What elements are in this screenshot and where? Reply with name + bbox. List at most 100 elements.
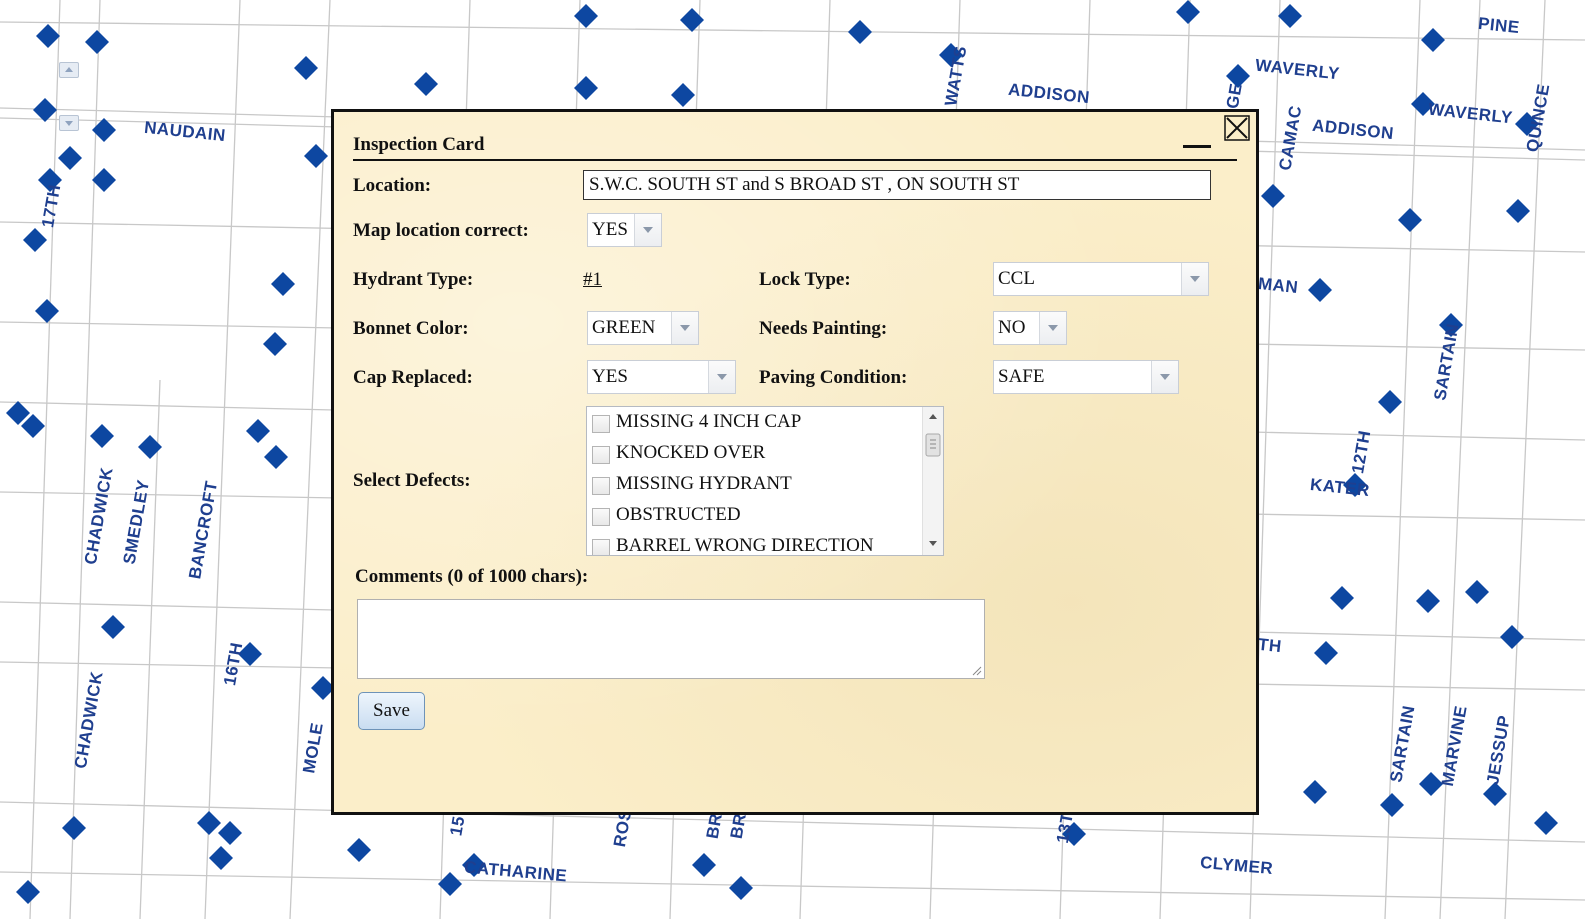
hydrant-marker-icon[interactable] — [294, 56, 318, 80]
hydrant-marker-icon[interactable] — [1465, 580, 1489, 604]
dropdown-arrow-icon[interactable] — [1181, 263, 1208, 295]
hydrant-marker-icon[interactable] — [1378, 390, 1402, 414]
hydrant-marker-icon[interactable] — [1500, 625, 1524, 649]
checkbox[interactable] — [592, 446, 610, 464]
hydrant-marker-icon[interactable] — [246, 419, 270, 443]
hydrant-marker-icon[interactable] — [263, 332, 287, 356]
title-divider — [353, 159, 1237, 161]
hydrant-marker-icon[interactable] — [16, 880, 40, 904]
selected-value: YES — [592, 366, 628, 387]
map-location-correct-label: Map location correct: — [353, 220, 529, 241]
paving-condition-label: Paving Condition: — [759, 367, 908, 388]
hydrant-marker-icon[interactable] — [197, 811, 221, 835]
hydrant-marker-icon[interactable] — [574, 4, 598, 28]
hydrant-marker-icon[interactable] — [1308, 278, 1332, 302]
minimize-button[interactable] — [1181, 134, 1213, 148]
hydrant-marker-icon[interactable] — [692, 853, 716, 877]
listbox-scrollbar[interactable] — [922, 407, 943, 555]
hydrant-marker-icon[interactable] — [1261, 184, 1285, 208]
defect-option-label: MISSING 4 INCH CAP — [616, 411, 802, 432]
scroll-down-icon[interactable] — [929, 541, 937, 546]
dropdown-arrow-icon[interactable] — [671, 312, 698, 344]
zoom-out-button[interactable] — [59, 115, 79, 131]
hydrant-marker-icon[interactable] — [1330, 586, 1354, 610]
hydrant-marker-icon[interactable] — [1398, 208, 1422, 232]
hydrant-marker-icon[interactable] — [264, 445, 288, 469]
needs-painting-select[interactable]: NO — [993, 311, 1067, 345]
hydrant-marker-icon[interactable] — [1416, 589, 1440, 613]
hydrant-marker-icon[interactable] — [438, 872, 462, 896]
hydrant-marker-icon[interactable] — [1278, 4, 1302, 28]
defect-option-label: OBSTRUCTED — [616, 504, 741, 525]
defect-option-label: MISSING HYDRANT — [616, 473, 792, 494]
hydrant-marker-icon[interactable] — [23, 228, 47, 252]
hydrant-marker-icon[interactable] — [85, 30, 109, 54]
checkbox[interactable] — [592, 539, 610, 555]
hydrant-marker-icon[interactable] — [35, 299, 59, 323]
defects-listbox[interactable]: MISSING 4 INCH CAP KNOCKED OVER MISSING … — [586, 406, 944, 556]
checkbox[interactable] — [592, 477, 610, 495]
checkbox[interactable] — [592, 415, 610, 433]
hydrant-marker-icon[interactable] — [209, 846, 233, 870]
hydrant-marker-icon[interactable] — [414, 72, 438, 96]
hydrant-marker-icon[interactable] — [848, 20, 872, 44]
bonnet-color-label: Bonnet Color: — [353, 318, 469, 339]
hydrant-type-label: Hydrant Type: — [353, 269, 474, 290]
map-location-correct-select[interactable]: YES — [587, 213, 662, 247]
hydrant-marker-icon[interactable] — [92, 168, 116, 192]
street-label: MAN — [1257, 273, 1300, 298]
lock-type-select[interactable]: CCL — [993, 262, 1209, 296]
lock-type-label: Lock Type: — [759, 269, 851, 290]
hydrant-marker-icon[interactable] — [1534, 811, 1558, 835]
hydrant-marker-icon[interactable] — [304, 144, 328, 168]
hydrant-marker-icon[interactable] — [138, 435, 162, 459]
zoom-in-button[interactable] — [59, 62, 79, 78]
location-field[interactable]: S.W.C. SOUTH ST and S BROAD ST , ON SOUT… — [583, 170, 1211, 200]
inspection-card-dialog: Inspection Card Location: S.W.C. SOUTH S… — [331, 109, 1259, 815]
checkbox[interactable] — [592, 508, 610, 526]
hydrant-marker-icon[interactable] — [1176, 0, 1200, 24]
hydrant-type-link[interactable]: #1 — [583, 269, 602, 291]
hydrant-marker-icon[interactable] — [680, 8, 704, 32]
bonnet-color-select[interactable]: GREEN — [587, 311, 699, 345]
hydrant-marker-icon[interactable] — [62, 816, 86, 840]
hydrant-marker-icon[interactable] — [33, 98, 57, 122]
comments-textarea[interactable] — [357, 599, 985, 679]
save-button[interactable]: Save — [358, 692, 425, 730]
hydrant-marker-icon[interactable] — [90, 424, 114, 448]
hydrant-marker-icon[interactable] — [1303, 780, 1327, 804]
hydrant-marker-icon[interactable] — [58, 146, 82, 170]
hydrant-marker-icon[interactable] — [101, 615, 125, 639]
close-button[interactable] — [1224, 115, 1250, 141]
cap-replaced-label: Cap Replaced: — [353, 367, 473, 388]
dropdown-arrow-icon[interactable] — [634, 214, 661, 246]
hydrant-marker-icon[interactable] — [574, 76, 598, 100]
hydrant-marker-icon[interactable] — [347, 838, 371, 862]
selected-value: NO — [998, 317, 1026, 338]
dialog-title: Inspection Card — [353, 134, 485, 155]
hydrant-marker-icon[interactable] — [671, 83, 695, 107]
defect-option-label: BARREL WRONG DIRECTION — [616, 535, 874, 556]
hydrant-marker-icon[interactable] — [1483, 782, 1507, 806]
dropdown-arrow-icon[interactable] — [708, 361, 735, 393]
scroll-up-icon[interactable] — [929, 414, 937, 419]
dropdown-arrow-icon[interactable] — [1039, 312, 1066, 344]
hydrant-marker-icon[interactable] — [729, 876, 753, 900]
hydrant-marker-icon[interactable] — [271, 272, 295, 296]
location-label: Location: — [353, 175, 432, 196]
hydrant-marker-icon[interactable] — [1421, 28, 1445, 52]
hydrant-marker-icon[interactable] — [1506, 199, 1530, 223]
scroll-thumb[interactable] — [925, 433, 941, 457]
cap-replaced-select[interactable]: YES — [587, 360, 736, 394]
selected-value: CCL — [998, 268, 1035, 289]
hydrant-marker-icon[interactable] — [36, 24, 60, 48]
paving-condition-select[interactable]: SAFE — [993, 360, 1179, 394]
hydrant-marker-icon[interactable] — [92, 118, 116, 142]
dropdown-arrow-icon[interactable] — [1151, 361, 1178, 393]
street-label: TH — [1257, 634, 1283, 657]
resize-handle-icon[interactable] — [970, 664, 982, 676]
hydrant-marker-icon[interactable] — [1314, 641, 1338, 665]
street-label: PINE — [1477, 13, 1521, 38]
hydrant-marker-icon[interactable] — [218, 821, 242, 845]
hydrant-marker-icon[interactable] — [1380, 793, 1404, 817]
